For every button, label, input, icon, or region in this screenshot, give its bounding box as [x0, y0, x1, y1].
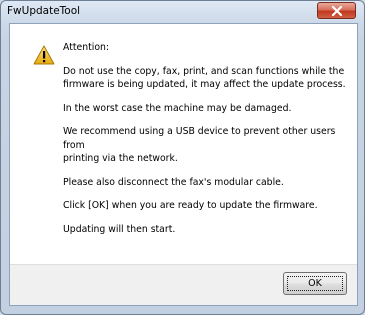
- warning-icon: [33, 45, 55, 65]
- ok-button-label: OK: [308, 278, 322, 289]
- message-line: Click [OK] when you are ready to update …: [63, 200, 318, 211]
- message-line: Do not use the copy, fax, print, and sca…: [63, 65, 345, 77]
- message-line: Please also disconnect the fax's modular…: [63, 176, 284, 188]
- window-title: FwUpdateTool: [7, 5, 81, 17]
- message-line: firmware is being updated, it may affect…: [63, 79, 346, 90]
- title-bar[interactable]: FwUpdateTool: [1, 1, 364, 23]
- message-line: printing via the network.: [63, 153, 178, 164]
- message-line: Updating will then start.: [63, 223, 176, 235]
- button-bar: OK: [10, 264, 357, 305]
- message-line: We recommend using a USB device to preve…: [63, 126, 336, 151]
- message-heading: Attention:: [63, 42, 110, 53]
- close-icon: [331, 6, 343, 16]
- message-text: Attention: Do not use the copy, fax, pri…: [63, 41, 348, 236]
- message-line: In the worst case the machine may be dam…: [63, 102, 292, 114]
- dialog-window: FwUpdateTool Attention: Do not use the c…: [0, 0, 365, 315]
- ok-button[interactable]: OK: [283, 272, 347, 295]
- close-button[interactable]: [317, 2, 356, 19]
- dialog-body: Attention: Do not use the copy, fax, pri…: [9, 23, 358, 306]
